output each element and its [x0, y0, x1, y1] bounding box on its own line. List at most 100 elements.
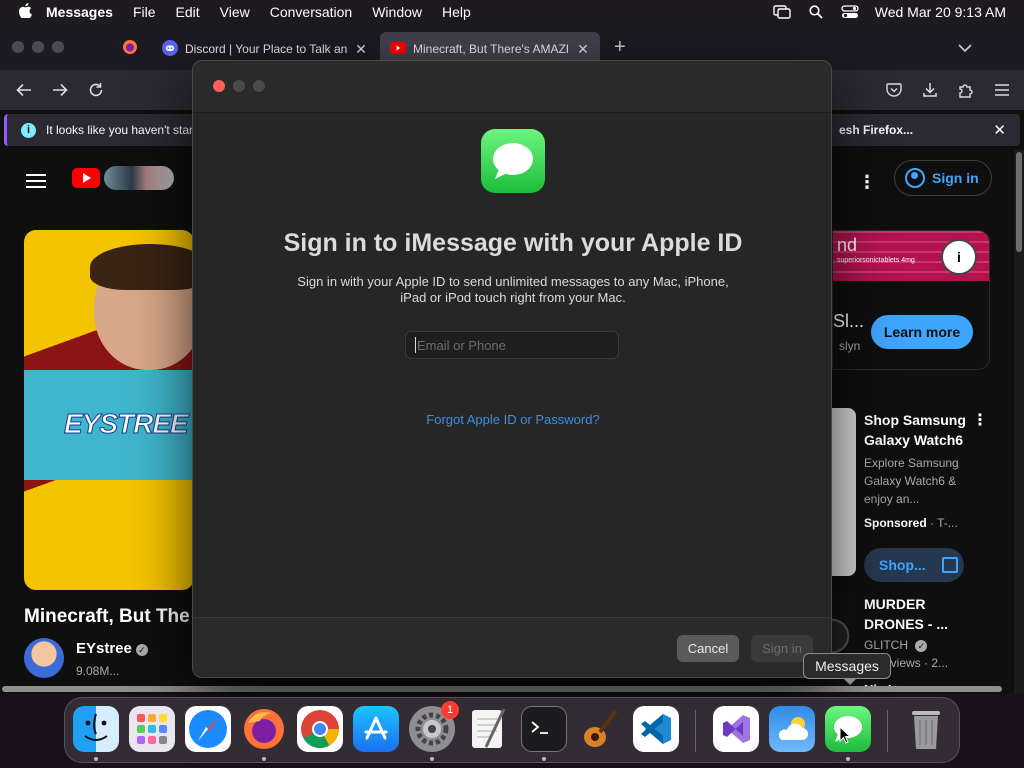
- browser-close-button[interactable]: [12, 41, 24, 53]
- screen-mirroring-icon[interactable]: [773, 5, 791, 19]
- textedit-icon[interactable]: [465, 706, 511, 752]
- refresh-firefox-button[interactable]: esh Firefox...: [839, 123, 913, 137]
- cancel-button[interactable]: Cancel: [677, 635, 739, 662]
- menu-app-name[interactable]: Messages: [46, 4, 113, 20]
- youtube-sign-in-button[interactable]: Sign in: [894, 160, 992, 196]
- dialog-title: Sign in to iMessage with your Apple ID: [283, 229, 743, 257]
- tab-youtube-title: Minecraft, But There's AMAZING: [413, 42, 569, 56]
- discord-icon: [162, 39, 178, 59]
- app-store-icon[interactable]: [353, 706, 399, 752]
- sponsored-title[interactable]: Shop Samsung Galaxy Watch6: [864, 410, 974, 450]
- trash-icon[interactable]: [903, 706, 949, 752]
- firefox-running-indicator: [262, 757, 266, 761]
- account-circle-icon: [905, 168, 925, 188]
- browser-zoom-button[interactable]: [52, 41, 64, 53]
- menu-file[interactable]: File: [133, 4, 156, 20]
- sponsored-description: Explore Samsung Galaxy Watch6 & enjoy an…: [864, 456, 959, 506]
- ad-info-icon[interactable]: i: [941, 239, 977, 275]
- dialog-footer: Cancel Sign in: [193, 617, 831, 677]
- firefox-icon[interactable]: [241, 706, 287, 752]
- list-all-tabs-chevron-down-icon[interactable]: [958, 40, 972, 55]
- downloads-icon[interactable]: [912, 72, 948, 108]
- garageband-guitar-icon[interactable]: [577, 706, 623, 752]
- ad-advertiser: slyn: [839, 339, 861, 353]
- menu-bar-clock[interactable]: Wed Mar 20 9:13 AM: [875, 4, 1006, 20]
- menu-conversation[interactable]: Conversation: [270, 4, 353, 20]
- pocket-icon[interactable]: [876, 72, 912, 108]
- menu-window[interactable]: Window: [372, 4, 422, 20]
- finder-icon[interactable]: [73, 706, 119, 752]
- sponsored-thumbnail[interactable]: [832, 408, 856, 576]
- youtube-logo-icon[interactable]: [72, 168, 100, 188]
- youtube-guide-menu-icon[interactable]: [26, 170, 46, 192]
- apple-menu-icon[interactable]: [10, 2, 40, 22]
- forgot-apple-id-link[interactable]: Forgot Apple ID or Password?: [193, 412, 831, 427]
- reload-icon[interactable]: [78, 72, 114, 108]
- extensions-puzzle-icon[interactable]: [948, 72, 984, 108]
- menu-edit[interactable]: Edit: [176, 4, 200, 20]
- launchpad-icon[interactable]: [129, 706, 175, 752]
- video-player[interactable]: EYSTREE: [24, 230, 194, 590]
- spotlight-search-icon[interactable]: [807, 5, 825, 19]
- imessage-sign-in-dialog: Sign in to iMessage with your Apple ID S…: [192, 60, 832, 678]
- pinned-tab-firefox-icon[interactable]: [116, 33, 144, 61]
- sponsored-more-icon[interactable]: ⋮: [972, 410, 988, 430]
- verified-check-icon: ✓: [135, 644, 148, 656]
- dock: 1: [64, 697, 960, 763]
- youtube-favicon-icon: [390, 41, 406, 57]
- menu-bar: Messages File Edit View Conversation Win…: [0, 0, 1024, 24]
- system-settings-running-indicator: [430, 757, 434, 761]
- dock-separator-trash: [887, 710, 888, 752]
- shop-button[interactable]: Shop...: [864, 548, 964, 582]
- video-title: Minecraft, But The: [24, 606, 190, 627]
- menu-view[interactable]: View: [220, 4, 250, 20]
- recommendation-title[interactable]: MURDER DRONES - ...: [864, 594, 974, 634]
- new-tab-plus-icon[interactable]: +: [614, 36, 626, 59]
- notification-close-icon[interactable]: ✕: [993, 121, 1006, 139]
- dialog-minimize-button: [233, 80, 245, 92]
- messages-app-icon: [481, 129, 545, 193]
- browser-minimize-button[interactable]: [32, 41, 44, 53]
- ad-banner[interactable]: nd superiorsonictablets 4mg i: [833, 231, 989, 281]
- forward-arrow-icon[interactable]: [42, 72, 78, 108]
- external-link-icon: [941, 557, 958, 573]
- vertical-scrollbar[interactable]: [1014, 150, 1024, 694]
- apple-id-email-input[interactable]: [405, 331, 619, 359]
- learn-more-button[interactable]: Learn more: [871, 315, 973, 349]
- channel-name[interactable]: EYstree ✓: [76, 640, 148, 657]
- vscode-icon[interactable]: [633, 706, 679, 752]
- dialog-description: Sign in with your Apple ID to send unlim…: [297, 274, 729, 305]
- safari-icon[interactable]: [185, 706, 231, 752]
- dock-separator: [695, 710, 696, 752]
- recommendation-channel: GLITCH ✓: [864, 638, 928, 652]
- messages-dock-icon[interactable]: [825, 706, 871, 752]
- system-settings-badge: 1: [441, 701, 459, 719]
- youtube-doodle[interactable]: [104, 166, 174, 190]
- weather-icon[interactable]: [769, 706, 815, 752]
- tab-discord-title: Discord | Your Place to Talk and Hang Ou…: [185, 42, 347, 56]
- sponsored-label: Sponsored · T-...: [864, 516, 958, 530]
- terminal-icon[interactable]: [521, 706, 567, 752]
- dock-tooltip: Messages: [803, 653, 891, 685]
- channel-avatar[interactable]: [24, 638, 64, 678]
- back-arrow-icon[interactable]: [6, 72, 42, 108]
- tab-youtube-close-icon[interactable]: ✕: [576, 41, 590, 58]
- ad-brand-text: nd: [837, 235, 858, 255]
- dialog-titlebar: [193, 61, 831, 113]
- horizontal-scrollbar[interactable]: [0, 684, 1014, 694]
- dialog-close-button[interactable]: [213, 80, 225, 92]
- browser-window-controls: [12, 41, 64, 53]
- tab-discord-close-icon[interactable]: ✕: [354, 41, 368, 58]
- settings-more-vert-icon[interactable]: ⋮: [858, 172, 876, 193]
- visual-studio-icon[interactable]: [713, 706, 759, 752]
- dialog-zoom-button: [253, 80, 265, 92]
- terminal-running-indicator: [542, 757, 546, 761]
- app-menu-hamburger-icon[interactable]: [984, 72, 1020, 108]
- messages-running-indicator: [846, 757, 850, 761]
- control-center-icon[interactable]: [841, 5, 859, 19]
- subscriber-count: 9.08M...: [76, 664, 120, 678]
- mouse-pointer-icon: [839, 726, 852, 744]
- ad-card[interactable]: nd superiorsonictablets 4mg i Sl... slyn…: [832, 230, 990, 370]
- menu-help[interactable]: Help: [442, 4, 471, 20]
- chrome-icon[interactable]: [297, 706, 343, 752]
